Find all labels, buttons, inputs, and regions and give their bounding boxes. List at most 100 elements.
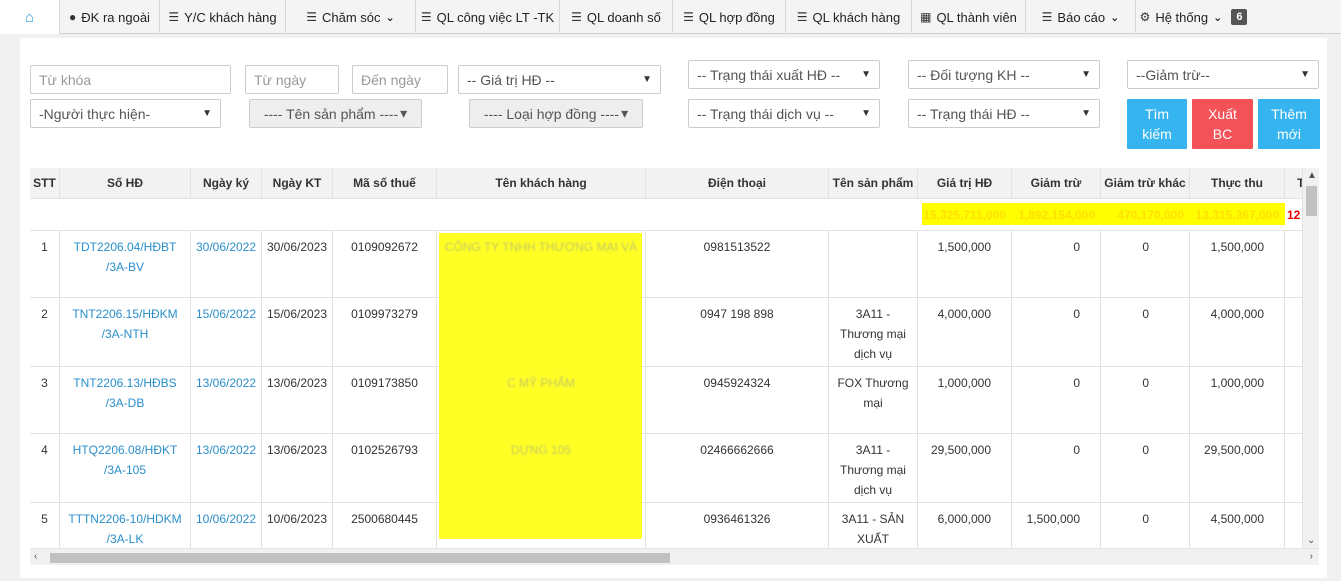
vertical-scroll-thumb[interactable]	[1306, 186, 1317, 216]
phone-number: 0945924324	[703, 376, 771, 390]
scroll-right-icon[interactable]: ›	[1310, 551, 1313, 562]
column-header-giam-tru-khac[interactable]: Giảm trừ khác	[1101, 168, 1190, 199]
scroll-down-icon[interactable]: ⌄	[1307, 535, 1315, 546]
cell-ngay-ky[interactable]: 13/06/2022	[191, 434, 262, 503]
sign-date-link: 13/06/2022	[195, 443, 257, 457]
phone-number: 0936461326	[703, 512, 771, 526]
column-header-ngay-kt[interactable]: Ngày KT	[262, 168, 333, 199]
scroll-up-icon[interactable]: ▲	[1307, 170, 1317, 181]
doi-tuong-kh-select[interactable]: -- Đối tượng KH -- ▼	[908, 60, 1100, 89]
column-header-next[interactable]: Th	[1285, 168, 1302, 199]
nav-ql-thanh-vien[interactable]: ▦ QL thành viên	[912, 0, 1026, 34]
cell-ngay-ky[interactable]: 10/06/2022	[191, 503, 262, 548]
column-header-stt[interactable]: STT	[30, 168, 60, 199]
trang-thai-xuat-select[interactable]: -- Trạng thái xuất HĐ -- ▼	[688, 60, 880, 89]
column-header-label: Giảm trừ	[1030, 176, 1082, 190]
trang-thai-hd-select[interactable]: -- Trạng thái HĐ -- ▼	[908, 99, 1100, 128]
cell-dien-thoai: 0981513522	[646, 231, 829, 298]
nav-he-thong[interactable]: ⚙ Hệ thống ⌄ 6	[1136, 0, 1251, 34]
search-button-label: Tìm kiếm	[1142, 106, 1172, 142]
column-header-label: Ngày KT	[272, 176, 322, 190]
horizontal-scroll-thumb[interactable]	[50, 553, 670, 563]
cell-thuc-thu: 1,500,000	[1190, 231, 1285, 298]
vertical-scrollbar[interactable]: ▲ ⌄	[1302, 168, 1319, 548]
nav-home[interactable]: ⌂	[0, 0, 60, 34]
search-button[interactable]: Tìm kiếm	[1127, 99, 1187, 149]
nav-dk-ra-ngoai[interactable]: ● ĐK ra ngoài	[60, 0, 160, 34]
horizontal-scrollbar[interactable]: ‹ ›	[30, 548, 1319, 565]
cell-so-hd[interactable]: TDT2206.04/HĐBT/3A-BV	[60, 231, 191, 298]
other-deduction: 0	[1142, 307, 1149, 321]
column-header-ten-san-pham[interactable]: Tên sản phẩm	[829, 168, 918, 199]
cell-next	[1285, 503, 1302, 548]
giam-tru-select[interactable]: --Giảm trừ-- ▼	[1127, 60, 1319, 89]
cell-stt: 3	[30, 367, 60, 434]
content-panel: Từ khóa Từ ngày Đến ngày -- Giá trị HĐ -…	[20, 38, 1327, 578]
nav-ql-cong-viec[interactable]: ☰ QL công việc LT -TK	[416, 0, 560, 34]
column-header-ma-so-thue[interactable]: Mã số thuế	[333, 168, 437, 199]
product-name-line: Thương mại	[840, 463, 906, 477]
trang-thai-dv-select[interactable]: -- Trạng thái dịch vụ -- ▼	[688, 99, 880, 128]
cell-thuc-thu: 4,500,000	[1190, 503, 1285, 548]
chevron-down-icon: ⌄	[1110, 11, 1120, 24]
column-header-thuc-thu[interactable]: Thực thu	[1190, 168, 1285, 199]
nav-ql-doanh-so[interactable]: ☰ QL doanh số	[560, 0, 673, 34]
end-date: 13/06/2023	[266, 376, 328, 390]
scroll-left-icon[interactable]: ‹	[34, 551, 37, 562]
column-header-label: Tên sản phẩm	[832, 176, 914, 190]
nav-ql-khach-hang[interactable]: ☰ QL khách hàng	[786, 0, 912, 34]
contract-number-link: /3A-NTH	[101, 327, 149, 341]
total-gia-tri-hd: 15,325,711,000	[923, 208, 1006, 222]
cell-ngay-ky[interactable]: 13/06/2022	[191, 367, 262, 434]
row-number: 3	[41, 376, 48, 390]
tint-icon: ●	[69, 10, 77, 24]
ten-san-pham-dropdown[interactable]: ---- Tên sản phẩm ---- ▾	[249, 99, 422, 128]
nav-bao-cao[interactable]: ☰ Báo cáo ⌄	[1026, 0, 1136, 34]
deduction: 0	[1073, 376, 1080, 390]
column-header-ngay-ky[interactable]: Ngày ký	[191, 168, 262, 199]
total-giam-tru: 1,892,154,000	[1018, 208, 1095, 222]
cell-gia-tri-hd: 1,500,000	[918, 231, 1012, 298]
export-report-button[interactable]: Xuất BC	[1192, 99, 1253, 149]
column-header-dien-thoai[interactable]: Điện thoại	[646, 168, 829, 199]
chevron-down-icon: ▼	[861, 69, 871, 80]
cell-thuc-thu: 4,000,000	[1190, 298, 1285, 367]
cell-next	[1285, 298, 1302, 367]
cell-ten-san-pham	[829, 231, 918, 298]
cell-ngay-ky[interactable]: 15/06/2022	[191, 298, 262, 367]
add-new-button[interactable]: Thêm mới	[1258, 99, 1320, 149]
cell-so-hd[interactable]: TTTN2206-10/HDKM/3A-LK	[60, 503, 191, 548]
from-date-input[interactable]: Từ ngày	[245, 65, 339, 94]
column-header-giam-tru[interactable]: Giảm trừ	[1012, 168, 1101, 199]
contract-number-link: /3A-DB	[105, 396, 145, 410]
cell-giam-tru-khac: 0	[1101, 298, 1190, 367]
loai-hop-dong-dropdown[interactable]: ---- Loại hợp đồng ---- ▾	[469, 99, 643, 128]
gia-tri-hd-select[interactable]: -- Giá trị HĐ -- ▼	[458, 65, 661, 94]
sign-date-link: 10/06/2022	[195, 512, 257, 526]
nguoi-thuc-hien-select[interactable]: -Người thực hiện- ▼	[30, 99, 221, 128]
tax-code: 0109173850	[351, 376, 418, 390]
cell-stt: 1	[30, 231, 60, 298]
cell-so-hd[interactable]: HTQ2206.08/HĐKT/3A-105	[60, 434, 191, 503]
contract-number-link: TTTN2206-10/HDKM	[68, 512, 182, 526]
keyword-input[interactable]: Từ khóa	[30, 65, 231, 94]
bar-chart-icon: ▦	[920, 10, 932, 24]
nav-ql-hop-dong[interactable]: ☰ QL hợp đồng	[673, 0, 786, 34]
contract-value: 29,500,000	[930, 443, 991, 457]
cell-next	[1285, 367, 1302, 434]
total-next: 12	[1287, 208, 1301, 222]
cell-so-hd[interactable]: TNT2206.15/HĐKM/3A-NTH	[60, 298, 191, 367]
end-date: 10/06/2023	[266, 512, 328, 526]
nav-yc-khach-hang[interactable]: ☰ Y/C khách hàng	[160, 0, 286, 34]
cell-ngay-ky[interactable]: 30/06/2022	[191, 231, 262, 298]
to-date-input[interactable]: Đến ngày	[352, 65, 448, 94]
customer-name: DỰNG 105	[510, 443, 572, 457]
column-header-ten-khach-hang[interactable]: Tên khách hàng	[437, 168, 646, 199]
column-header-label: Giảm trừ khác	[1104, 176, 1186, 190]
cell-ngay-kt: 30/06/2023	[262, 231, 333, 298]
column-header-gia-tri-hd[interactable]: Giá trị HĐ	[918, 168, 1012, 199]
cell-so-hd[interactable]: TNT2206.13/HĐBS/3A-DB	[60, 367, 191, 434]
contracts-table: STT Số HĐ Ngày ký Ngày KT Mã số thuế Tên khác…	[30, 168, 1302, 548]
nav-cham-soc[interactable]: ☰ Chăm sóc ⌄	[286, 0, 416, 34]
column-header-so-hd[interactable]: Số HĐ	[60, 168, 191, 199]
